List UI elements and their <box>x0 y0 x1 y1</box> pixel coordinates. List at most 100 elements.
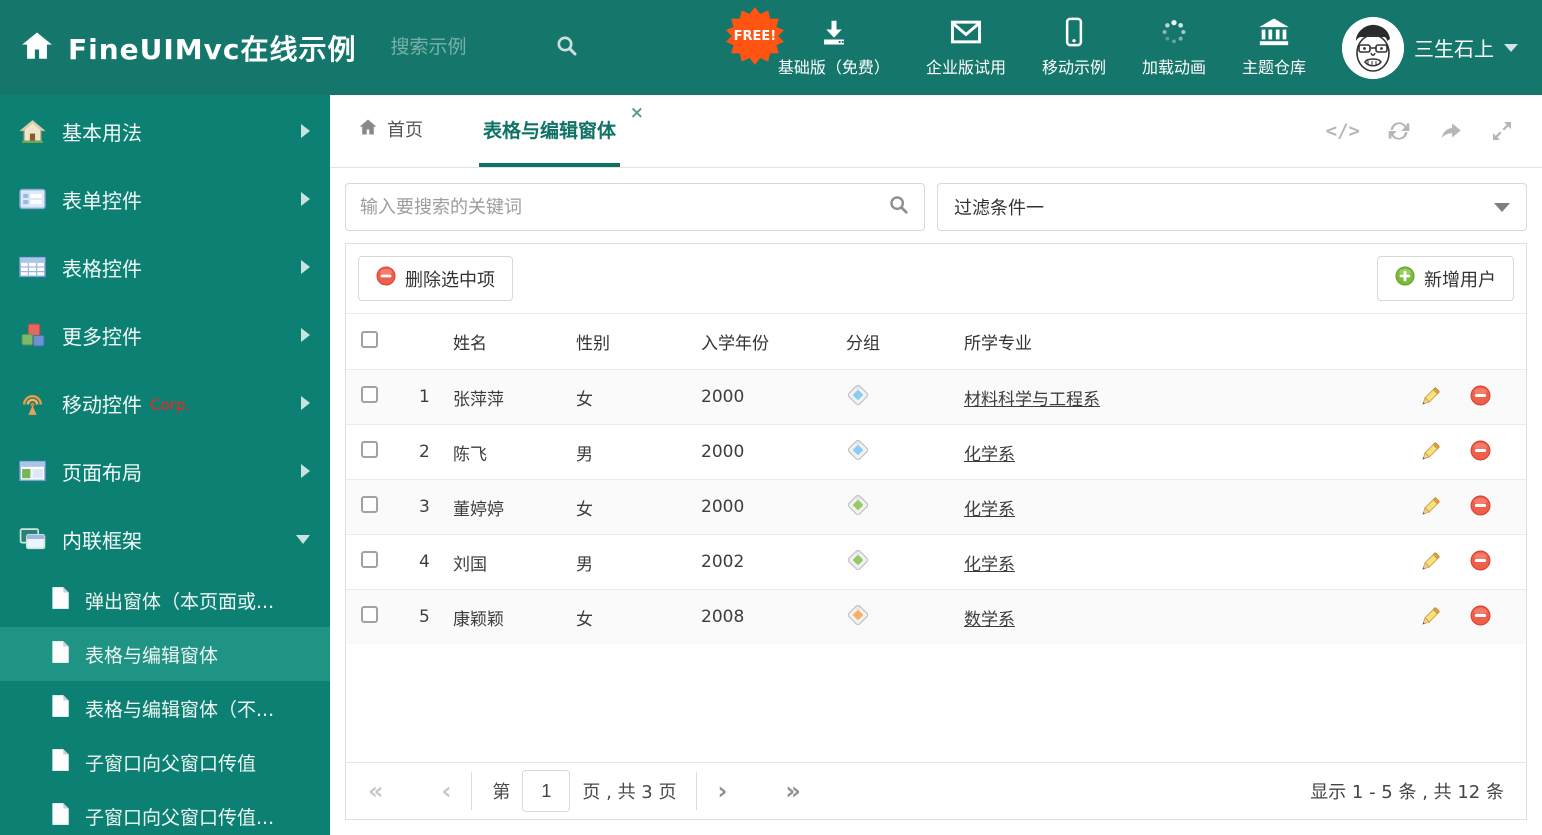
table-row[interactable]: 4 刘国 男 2002 化学系 <box>346 534 1526 589</box>
first-page-button[interactable]: « <box>368 779 384 803</box>
pagination-bar: « ‹ 第 页 , 共 3 页 › » 显示 1 - 5 条 , 共 12 条 <box>346 762 1526 819</box>
layout-icon <box>18 460 46 482</box>
nav-item-basic-edition[interactable]: FREE! 基础版（免费） <box>725 7 890 78</box>
next-page-button[interactable]: › <box>717 779 727 803</box>
cell-name: 张萍萍 <box>453 389 504 410</box>
nav-item-theme-repo[interactable]: 主题仓库 <box>1242 17 1306 78</box>
add-user-button[interactable]: 新增用户 <box>1377 256 1514 301</box>
file-icon <box>50 748 70 777</box>
share-icon[interactable] <box>1438 118 1464 144</box>
home-icon <box>18 118 46 145</box>
edit-pencil-icon[interactable] <box>1418 440 1442 464</box>
delete-row-icon[interactable] <box>1470 385 1491 409</box>
cell-year: 2000 <box>701 442 745 462</box>
cell-year: 2002 <box>701 552 745 572</box>
corp-badge: Corp. <box>150 396 191 414</box>
nav-item-loading-animation[interactable]: 加载动画 <box>1142 17 1206 78</box>
sidebar-item-basic-usage[interactable]: 基本用法 <box>0 97 330 165</box>
nav-item-enterprise-trial[interactable]: 企业版试用 <box>926 17 1006 78</box>
major-link[interactable]: 化学系 <box>964 445 1015 465</box>
plus-circle-icon <box>1395 266 1415 291</box>
select-all-checkbox[interactable] <box>361 330 378 348</box>
header-search-input[interactable] <box>390 36 541 59</box>
filter-dropdown-value: 过滤条件一 <box>954 198 1044 219</box>
main-area: 首页 表格与编辑窗体 × </> 输入要搜索的关键词 过滤条件一 删除选中项 新… <box>330 95 1542 835</box>
sidebar-subitem[interactable]: 表格与编辑窗体 <box>0 627 330 681</box>
chevron-down-icon <box>296 534 310 544</box>
major-link[interactable]: 材料科学与工程系 <box>964 390 1100 410</box>
search-icon[interactable] <box>888 194 910 220</box>
delete-row-icon[interactable] <box>1470 550 1491 574</box>
source-code-icon[interactable]: </> <box>1326 120 1360 142</box>
delete-selected-button[interactable]: 删除选中项 <box>358 256 513 301</box>
table-header-row: 姓名 性别 入学年份 分组 所学专业 <box>346 314 1526 369</box>
row-checkbox[interactable] <box>361 496 378 513</box>
sidebar-item-label: 表单控件 <box>62 188 142 213</box>
sidebar-subitem[interactable]: 子窗口向父窗口传值... <box>0 789 330 835</box>
app-title: FineUIMvc在线示例 <box>68 32 357 66</box>
minus-circle-icon <box>376 266 396 291</box>
sidebar-item-mobile-controls[interactable]: 移动控件 Corp. <box>0 369 330 437</box>
tab-home[interactable]: 首页 <box>358 95 423 167</box>
table-row[interactable]: 2 陈飞 男 2000 化学系 <box>346 424 1526 479</box>
nav-label: 移动示例 <box>1041 58 1106 77</box>
cubes-icon <box>18 322 46 349</box>
table-row[interactable]: 3 董婷婷 女 2000 化学系 <box>346 479 1526 534</box>
logo[interactable]: FineUIMvc在线示例 <box>20 28 357 68</box>
edit-pencil-icon[interactable] <box>1418 495 1442 519</box>
prev-page-button[interactable]: ‹ <box>442 779 452 803</box>
refresh-icon[interactable] <box>1386 118 1412 144</box>
edit-pencil-icon[interactable] <box>1418 385 1442 409</box>
nav-item-mobile-demo[interactable]: 移动示例 <box>1042 17 1106 78</box>
delete-row-icon[interactable] <box>1470 495 1491 519</box>
row-checkbox[interactable] <box>361 386 378 403</box>
delete-row-icon[interactable] <box>1470 605 1491 629</box>
tag-icon <box>846 604 870 632</box>
table-row[interactable]: 1 张萍萍 女 2000 材料科学与工程系 <box>346 369 1526 424</box>
search-icon[interactable] <box>555 34 579 62</box>
expand-icon[interactable] <box>1490 119 1514 143</box>
edit-pencil-icon[interactable] <box>1418 605 1442 629</box>
sidebar-item-label: 表格控件 <box>62 256 142 281</box>
table-row[interactable]: 5 康颖颖 女 2008 数学系 <box>346 589 1526 644</box>
file-icon <box>50 802 70 831</box>
row-index: 1 <box>419 387 430 407</box>
row-checkbox[interactable] <box>361 441 378 458</box>
delete-row-icon[interactable] <box>1470 440 1491 464</box>
mobile-icon <box>1065 17 1083 47</box>
nav-label: 企业版试用 <box>925 58 1006 77</box>
cell-year: 2008 <box>701 607 745 627</box>
keyword-search-input[interactable] <box>360 196 888 218</box>
sidebar-subitem[interactable]: 弹出窗体（本页面或... <box>0 573 330 627</box>
sidebar-item-form-controls[interactable]: 表单控件 <box>0 165 330 233</box>
sidebar: 基本用法 表单控件 表格控件 更多控件 移动控件 Corp. 页面布局 内联框架… <box>0 95 330 835</box>
page-number-input[interactable] <box>522 770 571 812</box>
major-link[interactable]: 数学系 <box>964 610 1015 630</box>
close-icon[interactable]: × <box>630 105 644 122</box>
sidebar-subitem-label: 表格与编辑窗体（不... <box>85 698 275 721</box>
major-link[interactable]: 化学系 <box>964 500 1015 520</box>
sidebar-subitem[interactable]: 表格与编辑窗体（不... <box>0 681 330 735</box>
user-menu[interactable]: 三生石上 <box>1342 16 1518 79</box>
edit-pencil-icon[interactable] <box>1418 550 1442 574</box>
filter-row: 过滤条件一 <box>345 183 1527 231</box>
row-checkbox[interactable] <box>361 551 378 568</box>
sidebar-subitem-label: 表格与编辑窗体 <box>85 644 219 667</box>
row-checkbox[interactable] <box>361 606 378 623</box>
sidebar-item-iframe[interactable]: 内联框架 <box>0 505 330 573</box>
sidebar-item-more-controls[interactable]: 更多控件 <box>0 301 330 369</box>
home-icon <box>358 117 378 142</box>
frames-icon <box>18 527 46 551</box>
cell-group <box>846 603 964 632</box>
sidebar-subitem[interactable]: 子窗口向父窗口传值 <box>0 735 330 789</box>
cell-group <box>846 493 964 522</box>
sidebar-item-grid-controls[interactable]: 表格控件 <box>0 233 330 301</box>
filter-dropdown[interactable]: 过滤条件一 <box>937 183 1527 231</box>
tab-grid-edit-window[interactable]: 表格与编辑窗体 × <box>479 95 644 167</box>
avatar <box>1342 16 1404 79</box>
last-page-button[interactable]: » <box>785 779 801 803</box>
header-search <box>390 34 601 62</box>
major-link[interactable]: 化学系 <box>964 555 1015 575</box>
cell-group <box>846 383 964 412</box>
sidebar-item-page-layout[interactable]: 页面布局 <box>0 437 330 505</box>
